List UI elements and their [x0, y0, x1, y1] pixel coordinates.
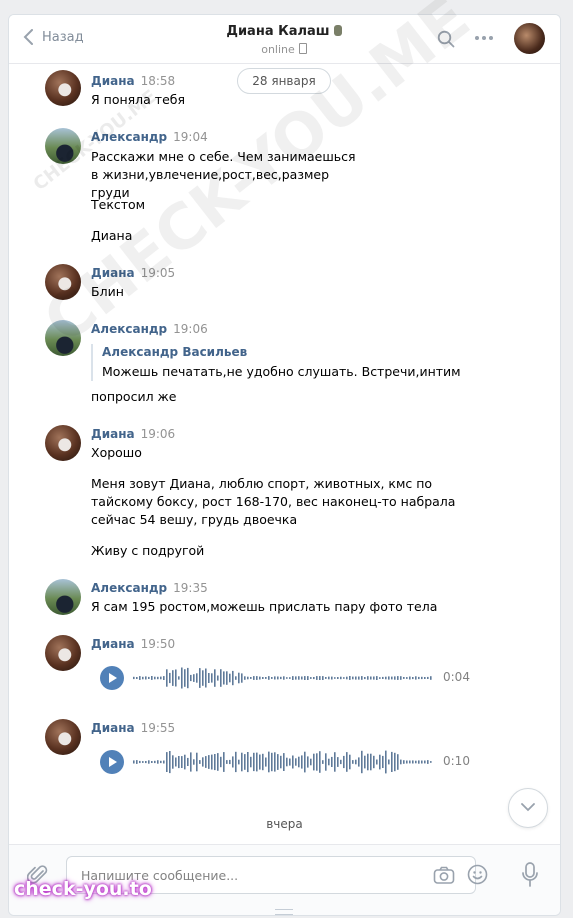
message-text: Живу с подругой	[91, 543, 205, 558]
message-author[interactable]: Александр 19:35	[91, 581, 208, 595]
author-name: Александр	[91, 581, 168, 595]
avatar[interactable]	[45, 425, 81, 461]
message-author[interactable]: Диана 18:58	[91, 74, 175, 88]
message-time[interactable]: 19:06	[141, 427, 176, 441]
voice-waveform[interactable]	[133, 665, 433, 691]
chat-title: Диана Калаш	[169, 24, 399, 39]
camera-icon[interactable]	[433, 865, 455, 885]
voice-duration: 0:04	[443, 670, 470, 684]
chevron-down-icon	[521, 803, 535, 812]
message-time[interactable]: 19:35	[173, 581, 208, 595]
author-name: Диана	[91, 721, 135, 735]
message-time[interactable]: 19:50	[141, 637, 176, 651]
chevron-left-icon	[23, 29, 33, 45]
author-name: Диана	[91, 427, 135, 441]
avatar[interactable]	[45, 635, 81, 671]
mobile-icon	[298, 43, 307, 54]
voice-message: 0:10	[100, 748, 490, 776]
quote-text: Можешь печатать,не удобно слушать. Встре…	[102, 364, 461, 379]
message-text: попросил же	[91, 389, 177, 404]
avatar[interactable]	[45, 70, 81, 106]
message-text: Я сам 195 ростом,можешь прислать пару фо…	[91, 599, 438, 614]
microphone-icon[interactable]	[522, 862, 538, 888]
message-text: Меня зовут Диана, люблю спорт, животных,…	[91, 476, 456, 527]
online-status-text: online	[261, 43, 295, 56]
voice-waveform[interactable]	[133, 749, 433, 775]
forwarded-quote[interactable]: Александр Васильев Можешь печатать,не уд…	[91, 344, 461, 381]
author-name: Диана	[91, 637, 135, 651]
voice-duration: 0:10	[443, 754, 470, 768]
message-text: Хорошо	[91, 445, 142, 460]
avatar[interactable]	[45, 719, 81, 755]
emoji-icon[interactable]	[467, 864, 488, 885]
header-avatar[interactable]	[514, 23, 545, 54]
avatar[interactable]	[45, 579, 81, 615]
voice-message: 0:04	[100, 664, 490, 692]
chat-title-text: Диана Калаш	[226, 24, 330, 39]
message-author[interactable]: Диана 19:06	[91, 427, 175, 441]
message-time[interactable]: 19:55	[141, 721, 176, 735]
back-label: Назад	[42, 29, 84, 45]
day-divider: вчера	[266, 817, 303, 831]
sticker-emoji-icon	[333, 25, 342, 36]
watermark-badge: check-you.to	[14, 878, 152, 900]
quote-author[interactable]: Александр Васильев	[102, 344, 461, 360]
resize-handle[interactable]	[275, 909, 293, 915]
message-time[interactable]: 19:04	[173, 130, 208, 144]
message-time[interactable]: 19:06	[173, 322, 208, 336]
message-author[interactable]: Диана 19:50	[91, 637, 175, 651]
play-button[interactable]	[100, 666, 124, 690]
back-button[interactable]: Назад	[23, 29, 84, 45]
message-author[interactable]: Диана 19:55	[91, 721, 175, 735]
author-name: Диана	[91, 74, 135, 88]
play-button[interactable]	[100, 750, 124, 774]
